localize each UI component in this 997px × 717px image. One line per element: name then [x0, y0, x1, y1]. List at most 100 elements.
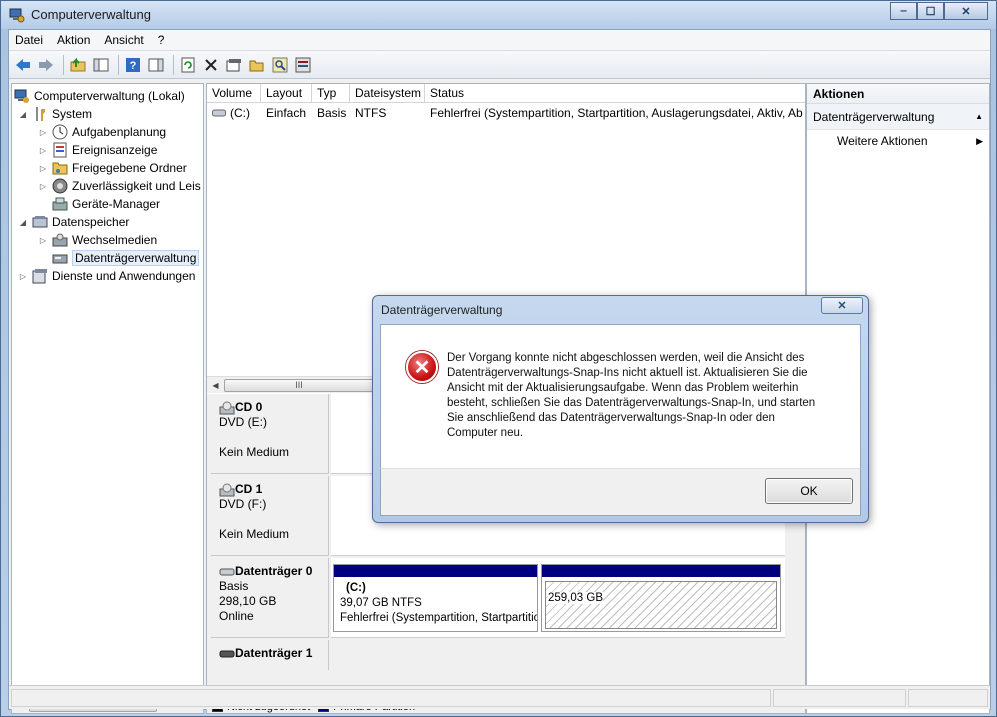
col-volume[interactable]: Volume — [207, 84, 261, 102]
disk-label-cd0[interactable]: CD 0 DVD (E:) Kein Medium — [211, 394, 329, 474]
disk-name: Datenträger 0 — [235, 564, 313, 578]
services-icon — [32, 268, 48, 284]
forward-icon[interactable] — [36, 55, 56, 75]
status-bar — [9, 685, 990, 709]
menu-aktion[interactable]: Aktion — [57, 33, 90, 47]
table-row[interactable]: (C:) Einfach Basis NTFS Fehlerfrei (Syst… — [207, 104, 803, 122]
refresh-icon[interactable] — [178, 55, 198, 75]
close-button[interactable]: ✕ — [944, 2, 988, 20]
col-layout[interactable]: Layout — [261, 84, 312, 102]
tree-item-label: Dienste und Anwendungen — [52, 269, 196, 283]
toolbar: ? — [9, 51, 990, 79]
col-dateisystem[interactable]: Dateisystem — [350, 84, 425, 102]
submenu-arrow-icon: ▶ — [976, 136, 983, 146]
dialog-close-button[interactable]: ✕ — [821, 297, 863, 314]
title-bar[interactable]: Computerverwaltung ‒ ☐ ✕ — [1, 1, 996, 29]
partition-unallocated[interactable]: 259,03 GB — [541, 564, 781, 632]
search-icon[interactable] — [270, 55, 290, 75]
filesystem-cell: NTFS — [355, 106, 387, 120]
tree-item-geraete-manager[interactable]: Geräte-Manager — [52, 195, 160, 213]
tree-item-wechselmedien[interactable]: ▷ Wechselmedien — [38, 231, 157, 249]
volume-cell: (C:) — [207, 104, 261, 122]
up-folder-icon[interactable] — [68, 55, 88, 75]
layout-cell: Einfach — [266, 106, 307, 120]
tree-item-datenspeicher[interactable]: ◢ Datenspeicher — [18, 213, 129, 231]
actions-section[interactable]: Datenträgerverwaltung ▲ — [807, 104, 989, 130]
computer-management-icon — [14, 88, 30, 104]
hard-disk-icon — [219, 568, 235, 575]
expand-icon[interactable]: ▷ — [38, 182, 48, 191]
caption-buttons: ‒ ☐ ✕ — [890, 2, 988, 21]
maximize-button[interactable]: ☐ — [917, 2, 944, 20]
collapse-icon[interactable]: ◢ — [18, 218, 28, 227]
menu-help[interactable]: ? — [158, 33, 165, 47]
disk-size: 298,10 GB — [219, 594, 277, 608]
expand-icon[interactable]: ▷ — [38, 128, 48, 137]
partition-c[interactable]: (C:) 39,07 GB NTFS Fehlerfrei (Systempar… — [333, 564, 538, 632]
tree-item-label: Wechselmedien — [72, 233, 158, 247]
hard-disk-icon — [219, 650, 235, 657]
disk-strip-disk0: (C:) 39,07 GB NTFS Fehlerfrei (Systempar… — [331, 558, 785, 638]
error-message: Der Vorgang konnte nicht abgeschlossen w… — [447, 351, 843, 441]
show-tree-icon[interactable] — [91, 55, 111, 75]
tree-item-ereignisanzeige[interactable]: ▷ Ereignisanzeige — [38, 141, 157, 159]
status-panel-2 — [773, 689, 906, 707]
ok-button[interactable]: OK — [765, 478, 853, 504]
disk-label-disk1[interactable]: Datenträger 1 — [211, 640, 329, 670]
toolbar-separator — [118, 54, 119, 75]
expand-icon[interactable]: ▷ — [18, 272, 28, 281]
tree-item-label: Datenspeicher — [52, 215, 130, 229]
tree-root[interactable]: Computerverwaltung (Lokal) — [14, 87, 185, 105]
more-actions-label: Weitere Aktionen — [837, 134, 928, 148]
collapse-up-icon[interactable]: ▲ — [975, 104, 983, 129]
settings-icon[interactable] — [293, 55, 313, 75]
message-line: Ansicht mit der Aktualisierungsaufgabe. … — [447, 382, 799, 394]
col-typ[interactable]: Typ — [312, 84, 350, 102]
tools-icon — [32, 106, 48, 122]
tree-item-label: Geräte-Manager — [72, 197, 161, 211]
disk-status: Kein Medium — [219, 445, 290, 459]
tree-item-label-selected: Datenträgerverwaltung — [72, 250, 200, 266]
partition-size: 39,07 GB NTFS — [340, 597, 422, 609]
primary-partition-bar — [334, 565, 537, 577]
delete-icon[interactable] — [201, 55, 221, 75]
tree-item-system[interactable]: ◢ System — [18, 105, 92, 123]
show-actions-icon[interactable] — [146, 55, 166, 75]
window-title: Computerverwaltung — [31, 7, 151, 22]
main-window: Computerverwaltung ‒ ☐ ✕ Datei Aktion An… — [0, 0, 997, 717]
svg-text:?: ? — [130, 60, 137, 72]
disk-label-disk0[interactable]: Datenträger 0 Basis 298,10 GB Online — [211, 558, 329, 638]
tree-item-freigegebene-ordner[interactable]: ▷ Freigegebene Ordner — [38, 159, 187, 177]
dialog-footer: OK — [380, 468, 861, 516]
properties-icon[interactable] — [224, 55, 244, 75]
more-actions-item[interactable]: Weitere Aktionen ▶ — [807, 130, 989, 152]
computer-management-icon — [9, 8, 25, 23]
scroll-left-icon[interactable]: ◀ — [207, 377, 224, 394]
tree-item-zuverlaessigkeit[interactable]: ▷ Zuverlässigkeit und Leis — [38, 177, 201, 195]
tree-item-label: Freigegebene Ordner — [72, 161, 187, 175]
tree-item-dienste[interactable]: ▷ Dienste und Anwendungen — [18, 267, 195, 285]
open-icon[interactable] — [247, 55, 267, 75]
menu-datei[interactable]: Datei — [15, 33, 43, 47]
scroll-thumb[interactable]: III — [224, 378, 374, 392]
expand-icon[interactable]: ▷ — [38, 146, 48, 155]
col-status[interactable]: Status — [425, 84, 805, 102]
menu-bar: Datei Aktion Ansicht ? — [9, 30, 990, 51]
collapse-icon[interactable]: ◢ — [18, 110, 28, 119]
help-icon[interactable]: ? — [123, 55, 143, 75]
tree-item-aufgabenplanung[interactable]: ▷ Aufgabenplanung — [38, 123, 166, 141]
disk-label-cd1[interactable]: CD 1 DVD (F:) Kein Medium — [211, 476, 329, 556]
disk-status: Online — [219, 609, 254, 623]
toolbar-separator — [63, 54, 64, 75]
cd-drive-icon — [219, 483, 235, 496]
cd-drive-icon — [219, 401, 235, 414]
expand-icon[interactable]: ▷ — [38, 236, 48, 245]
tree-item-datentraegerverwaltung[interactable]: Datenträgerverwaltung — [52, 249, 200, 267]
minimize-button[interactable]: ‒ — [890, 2, 917, 20]
expand-icon[interactable]: ▷ — [38, 164, 48, 173]
disk-name: CD 0 — [235, 400, 263, 414]
back-icon[interactable] — [13, 55, 33, 75]
partition-name: (C:) — [346, 582, 366, 594]
status-panel-3 — [908, 689, 988, 707]
menu-ansicht[interactable]: Ansicht — [104, 33, 143, 47]
